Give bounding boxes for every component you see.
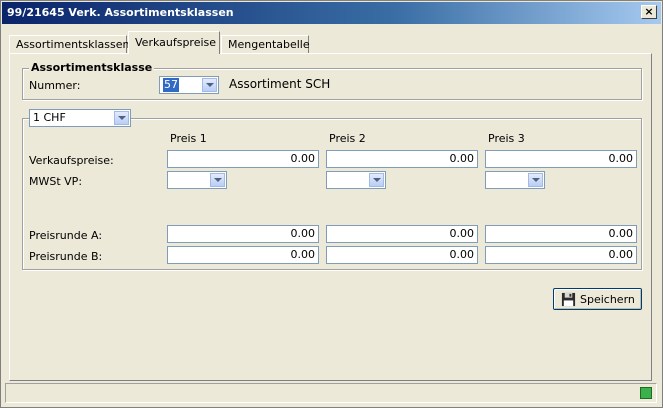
prices-group: 1 CHF Preis 1 Preis 2 Preis 3 Verkaufspr… — [22, 109, 642, 270]
assortiment-group-label: Assortimentsklasse — [29, 61, 155, 74]
nummer-label: Nummer: — [29, 79, 81, 92]
nummer-value: 57 — [163, 78, 179, 92]
floppy-disk-icon — [561, 292, 576, 307]
currency-value: 1 CHF — [33, 111, 66, 124]
status-grip-icon — [640, 387, 652, 399]
preisrunde-b-2-input[interactable]: 0.00 — [326, 246, 478, 264]
preisrunde-a-3-input[interactable]: 0.00 — [485, 225, 637, 243]
tab-assortimentsklassen[interactable]: Assortimentsklassen — [9, 35, 130, 53]
tab-panel-verkaufspreise: Assortimentsklasse Nummer: 57 Assortimen… — [9, 53, 652, 381]
column-header-preis-3: Preis 3 — [488, 132, 525, 145]
chevron-down-icon[interactable] — [114, 111, 129, 125]
mwst-1-select[interactable] — [167, 171, 227, 189]
preisrunde-a-label: Preisrunde A: — [29, 229, 103, 242]
close-icon[interactable]: × — [641, 5, 657, 19]
verkaufspreis-3-input[interactable]: 0.00 — [485, 150, 637, 168]
column-header-preis-2: Preis 2 — [329, 132, 366, 145]
preisrunde-a-2-input[interactable]: 0.00 — [326, 225, 478, 243]
verkaufspreis-2-input[interactable]: 0.00 — [326, 150, 478, 168]
window-title: 99/21645 Verk. Assortimentsklassen — [7, 6, 234, 19]
tab-label: Assortimentsklassen — [16, 38, 130, 51]
chevron-down-icon[interactable] — [528, 173, 543, 187]
tab-mengentabelle[interactable]: Mengentabelle — [221, 35, 310, 53]
preisrunde-b-1-input[interactable]: 0.00 — [167, 246, 319, 264]
status-bar — [5, 383, 657, 403]
mwst-label: MWSt VP: — [29, 175, 83, 188]
nummer-select[interactable]: 57 — [159, 76, 219, 94]
column-header-preis-1: Preis 1 — [170, 132, 207, 145]
chevron-down-icon[interactable] — [210, 173, 225, 187]
preisrunde-b-label: Preisrunde B: — [29, 250, 103, 263]
assortiment-group: Assortimentsklasse Nummer: 57 Assortimen… — [22, 61, 642, 100]
preisrunde-a-1-input[interactable]: 0.00 — [167, 225, 319, 243]
assortiment-name: Assortiment SCH — [229, 77, 331, 91]
chevron-down-icon[interactable] — [369, 173, 384, 187]
preisrunde-b-3-input[interactable]: 0.00 — [485, 246, 637, 264]
window: 99/21645 Verk. Assortimentsklassen × Ass… — [0, 0, 663, 408]
tab-label: Mengentabelle — [228, 38, 310, 51]
chevron-down-icon[interactable] — [202, 78, 217, 92]
save-button[interactable]: Speichern — [553, 288, 642, 310]
tab-label: Verkaufspreise — [135, 36, 217, 49]
title-bar: 99/21645 Verk. Assortimentsklassen × — [2, 2, 661, 24]
mwst-3-select[interactable] — [485, 171, 545, 189]
verkaufspreise-label: Verkaufspreise: — [29, 154, 114, 167]
save-button-label: Speichern — [580, 293, 635, 306]
verkaufspreis-1-input[interactable]: 0.00 — [167, 150, 319, 168]
currency-select[interactable]: 1 CHF — [29, 109, 131, 127]
mwst-2-select[interactable] — [326, 171, 386, 189]
tab-verkaufspreise[interactable]: Verkaufspreise — [128, 31, 220, 54]
